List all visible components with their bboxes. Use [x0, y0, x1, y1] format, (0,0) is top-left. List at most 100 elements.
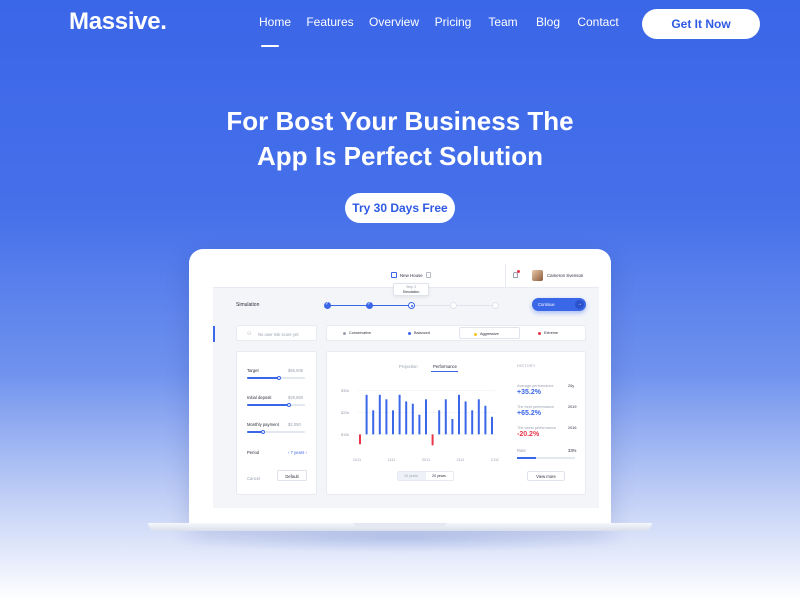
chart-bar[interactable]	[378, 394, 381, 435]
chart-bar[interactable]	[431, 434, 434, 446]
default-button[interactable]: Default	[277, 470, 307, 481]
chart-bar[interactable]	[451, 419, 454, 435]
chart-bar[interactable]	[405, 401, 408, 435]
current-step-dot	[410, 304, 413, 307]
continue-label: Continue	[538, 302, 555, 307]
risk-option[interactable]: Balanced	[394, 327, 455, 339]
chart-bar[interactable]	[398, 394, 401, 435]
x-tick-label: 2111	[457, 458, 465, 462]
default-label: Default	[285, 474, 299, 479]
get-it-now-button[interactable]: Get It Now	[642, 9, 760, 39]
house-icon	[391, 272, 397, 278]
period-label: Period	[247, 450, 260, 455]
stepper-line	[369, 305, 411, 306]
range-10-years[interactable]: 10 years	[404, 474, 418, 478]
nav-blog[interactable]: Blog	[536, 15, 560, 29]
chart-bar[interactable]	[392, 410, 394, 435]
nav-team[interactable]: Team	[488, 15, 517, 29]
range-20-years[interactable]: 20 years	[432, 474, 446, 478]
continue-button[interactable]: Continue →	[532, 298, 586, 311]
tab-projection[interactable]: Projection	[399, 364, 418, 369]
tab-performance[interactable]: Performance	[433, 364, 457, 369]
chart-bar[interactable]	[477, 399, 480, 435]
chart-bar[interactable]	[425, 399, 427, 435]
slider-value: $55,505	[288, 368, 304, 373]
risk-option[interactable]: Extreme	[524, 327, 585, 339]
progress-stepper: ✓ ✓	[323, 300, 503, 310]
chart-bar[interactable]	[464, 401, 467, 435]
user-name[interactable]: Cameron Svenson	[547, 273, 583, 278]
history-value: +35.2%	[517, 389, 541, 396]
view-more-button[interactable]: View more	[527, 471, 565, 481]
period-selector[interactable]: ‹ 7 years ›	[288, 450, 307, 455]
slider-knob[interactable]	[261, 429, 266, 434]
history-year: 20y	[568, 384, 575, 388]
chart-bar[interactable]	[444, 399, 447, 435]
user-icon: ⚇	[247, 331, 252, 337]
nav-home[interactable]: Home	[259, 15, 291, 29]
slider-knob[interactable]	[276, 375, 281, 380]
avatar[interactable]	[532, 270, 543, 281]
house-label[interactable]: New House	[400, 273, 423, 278]
y-tick-label: $10k	[341, 433, 349, 437]
nav-active-indicator	[261, 45, 279, 47]
tooltip-label: Simulation	[402, 290, 420, 294]
chart-bar[interactable]	[411, 403, 414, 435]
hero-title: For Bost Your Business The App Is Perfec…	[0, 104, 800, 174]
rate-label: Rate	[517, 448, 526, 453]
risk-dot-icon	[474, 332, 477, 336]
hero-title-line-2: App Is Perfect Solution	[256, 141, 544, 171]
chart-bar[interactable]	[471, 410, 474, 435]
risk-option-label: Balanced	[414, 331, 430, 335]
range-toggle: 10 years 20 years	[397, 471, 454, 481]
chart-bar[interactable]	[458, 394, 460, 435]
chart-bar[interactable]	[418, 414, 421, 435]
notification-dot-icon	[517, 270, 520, 273]
logo[interactable]: Massive.	[69, 8, 167, 36]
risk-dot-icon	[343, 331, 346, 335]
step-dot[interactable]	[492, 302, 499, 309]
chart-bar[interactable]	[438, 410, 441, 435]
step-dot[interactable]: ✓	[366, 301, 373, 309]
slider-label: Target	[247, 368, 259, 373]
chart-bar[interactable]	[484, 405, 487, 435]
chart-bar[interactable]	[365, 394, 368, 435]
chart-bar[interactable]	[359, 434, 361, 445]
laptop-notch	[354, 523, 446, 527]
nav-features[interactable]: Features	[306, 15, 353, 29]
x-tick-label: 1111	[388, 458, 396, 462]
stepper-line	[411, 305, 453, 306]
risk-option[interactable]: Aggressive	[459, 327, 520, 339]
cancel-button[interactable]: Cancel	[247, 476, 260, 481]
risk-placeholder: No user risk score yet	[258, 332, 299, 337]
x-tick-label: 1011	[353, 458, 361, 462]
chart-panel: Projection Performance $30k $20k $10k 1011 1…	[326, 351, 586, 495]
step-dot[interactable]	[450, 302, 457, 309]
risk-score-field[interactable]: ⚇ No user risk score yet	[236, 325, 317, 341]
free-trial-button[interactable]: Try 30 Days Free	[345, 193, 455, 223]
chart-bar[interactable]	[491, 416, 493, 435]
document-icon[interactable]	[426, 272, 431, 278]
stepper-line	[453, 305, 495, 306]
risk-option-label: Conservative	[349, 331, 372, 335]
nav-pricing[interactable]: Pricing	[435, 15, 472, 29]
chart-bar[interactable]	[385, 399, 388, 435]
slider-label: Monthly payment	[247, 422, 279, 427]
y-tick-label: $30k	[341, 389, 349, 393]
step-dot[interactable]: ✓	[324, 301, 331, 309]
rate-value: 33%	[568, 448, 577, 453]
history-label: The worst performance	[517, 426, 557, 430]
risk-option[interactable]: Conservative	[329, 327, 390, 339]
slider-label: Initial deposit	[247, 395, 272, 400]
nav-contact[interactable]: Contact	[577, 15, 618, 29]
slider-knob[interactable]	[286, 402, 291, 407]
x-tick-label: 2111	[491, 458, 499, 462]
chart-bar[interactable]	[372, 410, 375, 435]
nav-overview[interactable]: Overview	[369, 15, 419, 29]
tab-active-indicator	[431, 371, 458, 372]
period-value: 7 years	[290, 450, 305, 455]
hero-title-line-1: For Bost Your Business The	[226, 106, 574, 136]
step-dot[interactable]	[408, 302, 415, 309]
tooltip-step: Step 3	[406, 285, 416, 289]
y-tick-label: $20k	[341, 411, 349, 415]
